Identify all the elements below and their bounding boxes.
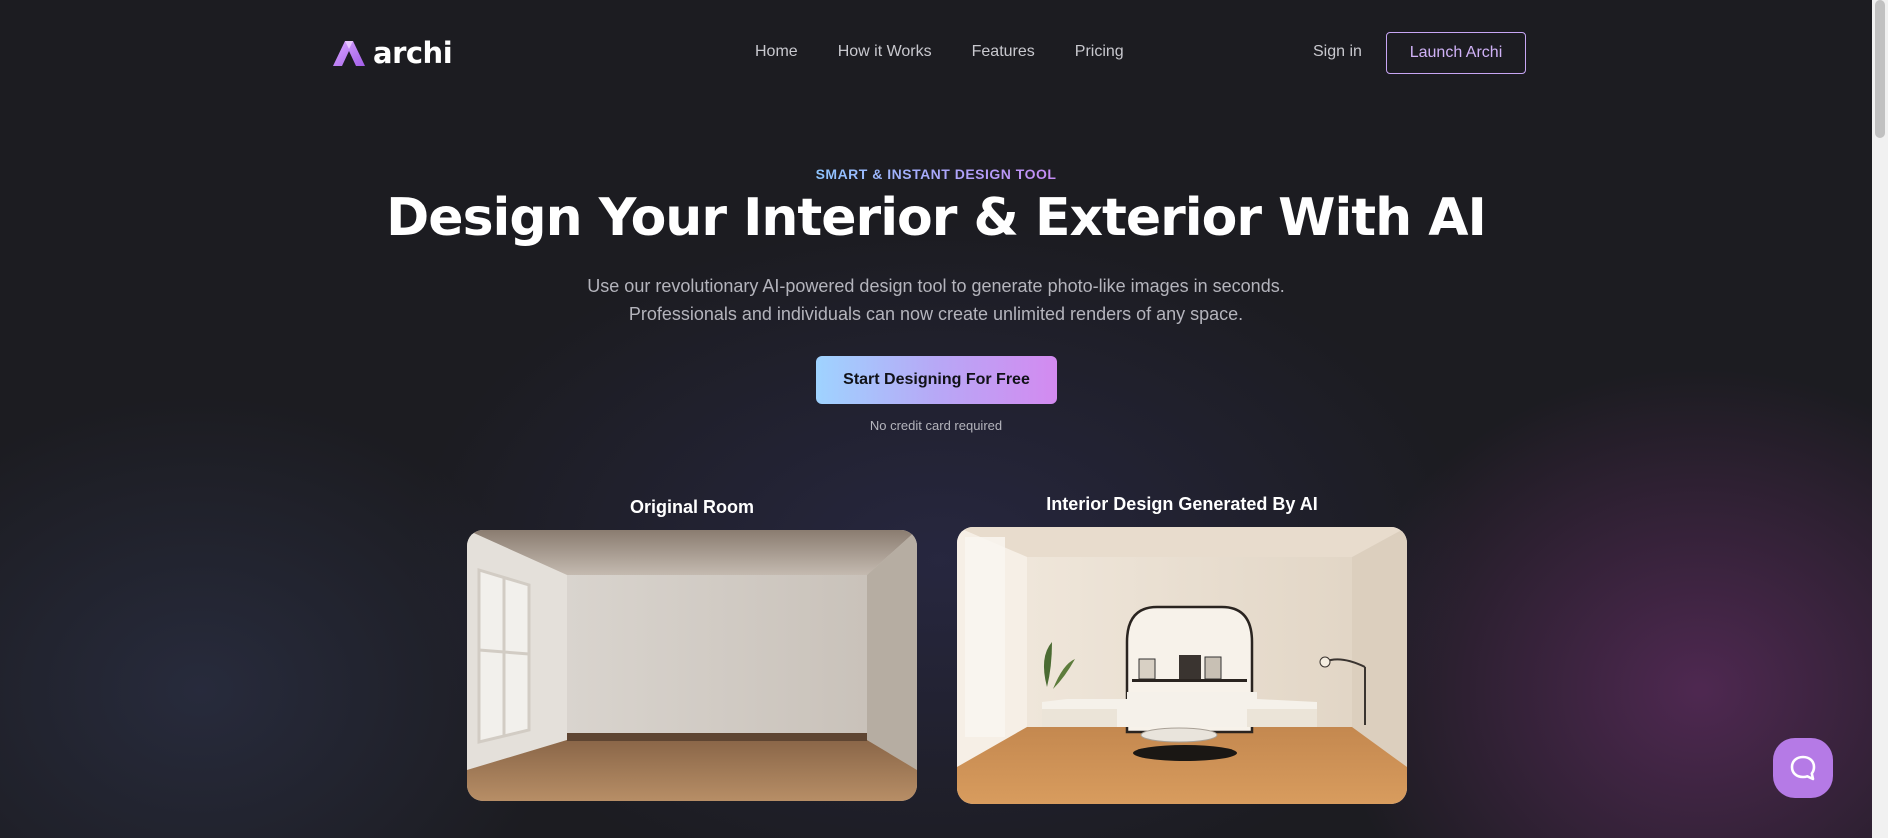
brand-name: archi <box>373 36 453 70</box>
ai-generated-interior-image <box>957 527 1407 804</box>
nav-how-it-works-link[interactable]: How it Works <box>838 43 932 61</box>
hero-subtitle-line-1: Use our revolutionary AI-powered design … <box>587 276 1285 296</box>
support-chat-button[interactable] <box>1773 738 1833 798</box>
main-menu: Home How it Works Features Pricing <box>755 43 1164 61</box>
hero-eyebrow-text: SMART & INSTANT DESIGN TOOL <box>815 166 1057 182</box>
launch-archi-button[interactable]: Launch Archi <box>1386 32 1526 74</box>
top-navigation: archi Home How it Works Features Pricing… <box>0 0 1872 106</box>
hero-eyebrow: SMART & INSTANT DESIGN TOOL <box>0 166 1872 182</box>
original-room-image <box>467 530 917 801</box>
hero-subtitle: Use our revolutionary AI-powered design … <box>0 272 1872 328</box>
archi-a-mark-icon <box>333 41 365 66</box>
hero-headline: Design Your Interior & Exterior With AI <box>386 188 1487 248</box>
brand-logo[interactable]: archi <box>331 36 453 70</box>
page-scrollbar[interactable] <box>1872 0 1888 838</box>
chat-bubble-icon <box>1790 755 1816 781</box>
nav-home-link[interactable]: Home <box>755 43 798 61</box>
original-room-caption: Original Room <box>629 497 754 517</box>
ai-design-caption: Interior Design Generated By AI <box>1046 494 1318 514</box>
scrollbar-thumb[interactable] <box>1875 0 1885 138</box>
nav-pricing-link[interactable]: Pricing <box>1075 43 1124 61</box>
hero-subtitle-line-2: Professionals and individuals can now cr… <box>628 304 1244 324</box>
sign-in-link[interactable]: Sign in <box>1313 43 1362 61</box>
no-credit-card-note: No credit card required <box>869 418 1003 433</box>
nav-features-link[interactable]: Features <box>972 43 1035 61</box>
start-designing-button[interactable]: Start Designing For Free <box>816 356 1057 404</box>
